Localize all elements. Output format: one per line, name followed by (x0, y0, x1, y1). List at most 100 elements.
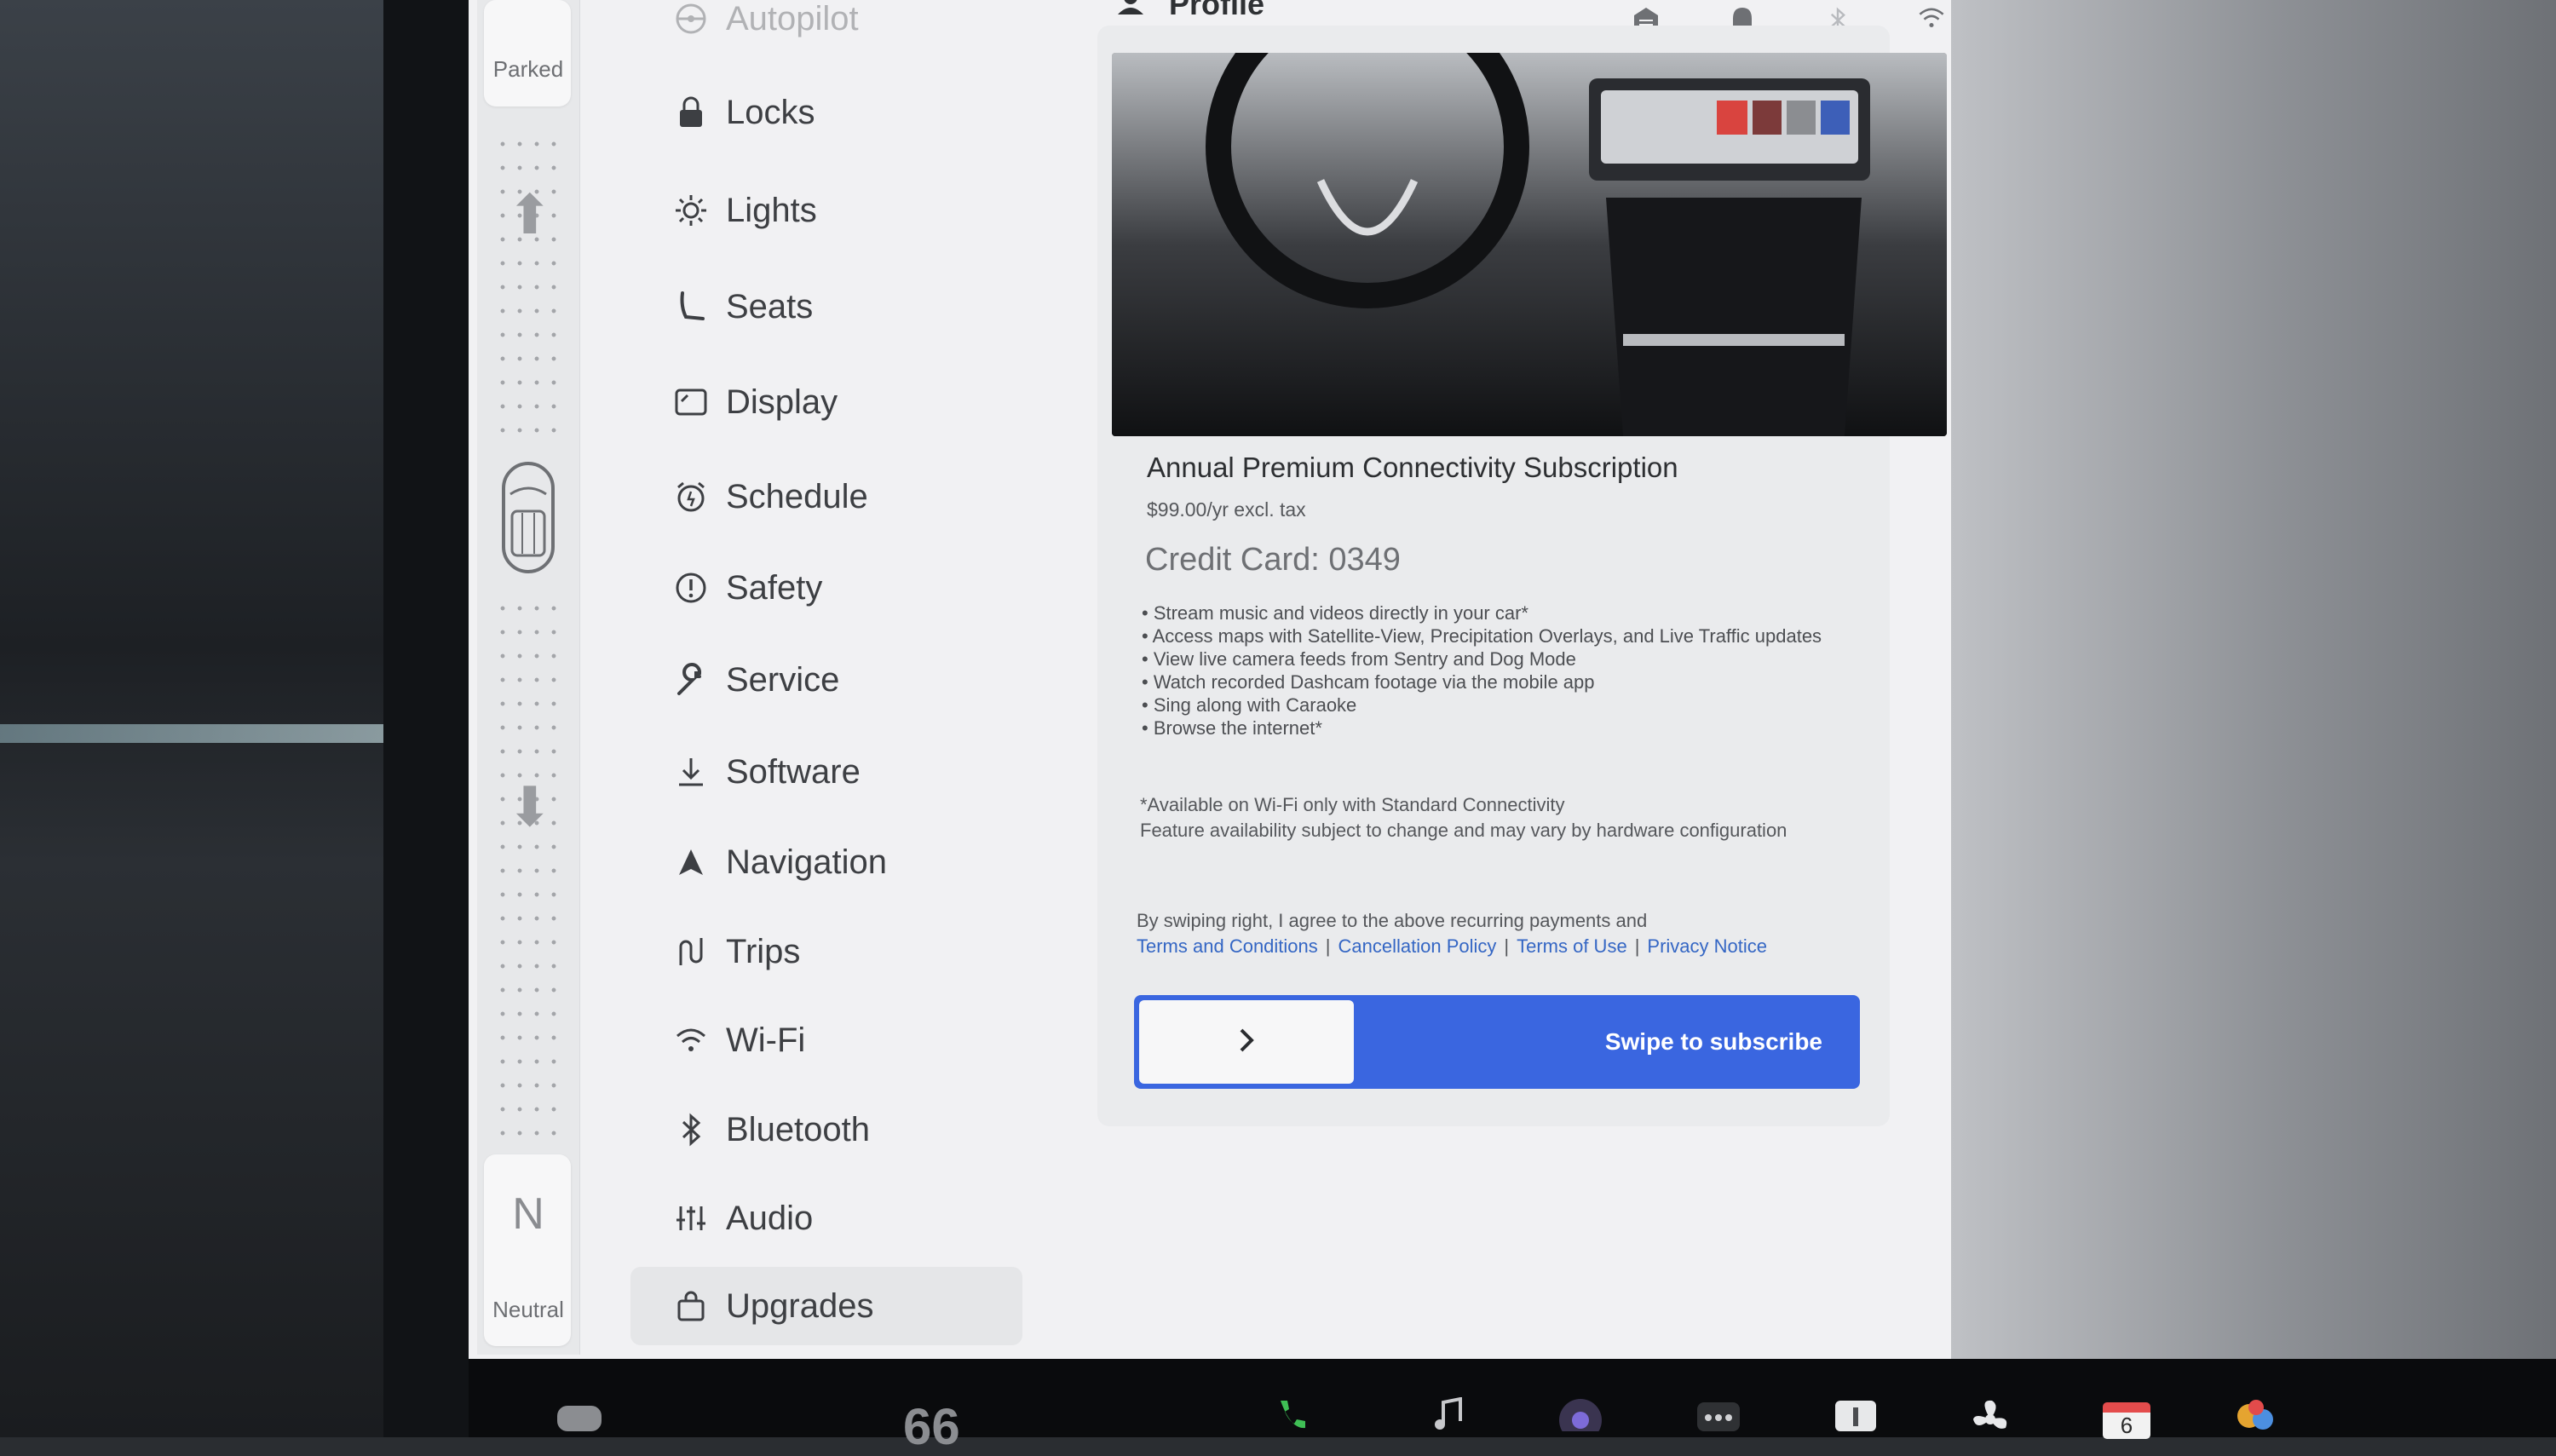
privacy-notice-link[interactable]: Privacy Notice (1647, 935, 1767, 957)
current-gear: N (512, 1189, 544, 1239)
more-apps-icon[interactable] (1695, 1397, 1741, 1436)
settings-menu: Autopilot Locks Lights Seats Display Sch… (630, 0, 1039, 1355)
menu-item-schedule[interactable]: Schedule (630, 463, 1022, 531)
toybox-icon[interactable] (2232, 1397, 2280, 1436)
menu-item-seats[interactable]: Seats (630, 273, 1022, 341)
navigation-arrow-icon (665, 836, 717, 889)
fan-icon[interactable] (1966, 1397, 2014, 1436)
drive-up-arrow-icon[interactable]: ⬆ (507, 187, 553, 242)
feature-item: • Browse the internet* (1142, 717, 1322, 739)
footnote-wifi: *Available on Wi-Fi only with Standard C… (1140, 794, 1565, 815)
menu-item-label: Seats (726, 287, 814, 325)
menu-item-label: Wi-Fi (726, 1021, 806, 1059)
menu-item-safety[interactable]: Safety (630, 554, 1022, 622)
seat-icon (665, 280, 717, 333)
menu-item-trips[interactable]: Trips (630, 918, 1022, 986)
feature-list: • Stream music and videos directly in yo… (1142, 601, 1840, 740)
swipe-to-subscribe-slider[interactable]: Swipe to subscribe (1134, 995, 1860, 1089)
menu-item-label: Safety (726, 568, 823, 607)
agreement-text: By swiping right, I agree to the above r… (1137, 910, 1648, 931)
link-separator: | (1325, 935, 1331, 957)
download-icon (665, 745, 717, 798)
menu-item-label: Autopilot (726, 0, 859, 37)
wrench-icon (665, 653, 717, 706)
calendar-icon[interactable]: 6 (2103, 1402, 2150, 1439)
menu-item-wifi[interactable]: Wi-Fi (630, 1006, 1022, 1074)
feature-item: • Watch recorded Dashcam footage via the… (1142, 671, 1595, 693)
menu-item-autopilot[interactable]: Autopilot (630, 0, 1022, 53)
menu-item-display[interactable]: Display (630, 368, 1022, 436)
display-icon (665, 376, 717, 429)
link-separator: | (1634, 935, 1640, 957)
legal-links: Terms and Conditions | Cancellation Policy… (1137, 935, 1903, 958)
chevron-right-icon (1236, 1026, 1257, 1059)
menu-item-upgrades[interactable]: Upgrades (630, 1267, 1022, 1345)
phone-icon[interactable] (1274, 1397, 1308, 1436)
gear-neutral-label: Neutral (492, 1297, 564, 1322)
terms-of-use-link[interactable]: Terms of Use (1517, 935, 1627, 957)
interior-hero-image (1112, 53, 1947, 436)
sun-icon (665, 184, 717, 237)
menu-item-navigation[interactable]: Navigation (630, 828, 1022, 896)
car-icon[interactable] (554, 1397, 605, 1436)
profile-label: Profile (1169, 0, 1265, 21)
gear-track-dots (494, 596, 562, 1142)
menu-item-bluetooth[interactable]: Bluetooth (630, 1096, 1022, 1164)
subscription-price: $99.00/yr excl. tax (1147, 498, 1306, 521)
feature-item: • Stream music and videos directly in yo… (1142, 602, 1528, 624)
menu-item-label: Service (726, 660, 840, 699)
footnote-availability: Feature availability subject to change a… (1140, 820, 1787, 841)
menu-item-lights[interactable]: Lights (630, 176, 1022, 245)
menu-item-label: Schedule (726, 477, 868, 515)
swipe-label: Swipe to subscribe (1604, 1028, 1822, 1055)
link-separator: | (1504, 935, 1510, 957)
menu-item-label: Lights (726, 191, 817, 229)
camera-icon[interactable] (1557, 1397, 1603, 1442)
cancellation-policy-link[interactable]: Cancellation Policy (1338, 935, 1497, 957)
sliders-icon (665, 1192, 717, 1245)
gear-selector: Parked ⬆ ⬇ N Neutral (477, 0, 580, 1355)
profile-header[interactable]: Profile (1116, 0, 1264, 22)
gear-track-dots (494, 132, 562, 443)
speed-readout: 66 (903, 1398, 960, 1455)
menu-item-label: Bluetooth (726, 1110, 871, 1148)
gear-parked-pill[interactable] (484, 0, 571, 106)
shopping-bag-icon (665, 1280, 717, 1332)
menu-item-label: Software (726, 752, 861, 791)
lock-icon (665, 86, 717, 139)
trips-icon (665, 925, 717, 978)
menu-item-locks[interactable]: Locks (630, 78, 1022, 147)
map-area-shaded (1951, 0, 2556, 1359)
menu-item-software[interactable]: Software (630, 738, 1022, 806)
menu-item-label: Display (726, 383, 838, 421)
feature-item: • Access maps with Satellite-View, Preci… (1142, 625, 1822, 647)
menu-item-label: Audio (726, 1199, 814, 1237)
menu-item-service[interactable]: Service (630, 646, 1022, 714)
subscription-title: Annual Premium Connectivity Subscription (1147, 452, 1678, 483)
screen-frame (383, 0, 477, 1437)
footnote: *Available on Wi-Fi only with Standard C… (1140, 792, 1873, 843)
reverse-down-arrow-icon[interactable]: ⬇ (507, 780, 553, 834)
wifi-icon (665, 1014, 717, 1067)
car-top-view-icon (502, 462, 555, 573)
menu-item-label: Navigation (726, 843, 888, 881)
steering-wheel-icon (665, 0, 717, 45)
bluetooth-icon (665, 1103, 717, 1156)
alert-circle-icon (665, 561, 717, 614)
menu-item-label: Trips (726, 932, 801, 970)
feature-item: • Sing along with Caraoke (1142, 694, 1357, 716)
music-icon[interactable] (1431, 1396, 1465, 1436)
dashboard-backdrop (0, 0, 477, 1437)
wifi-status-icon[interactable] (1917, 5, 1946, 35)
manual-icon[interactable] (1832, 1397, 1880, 1436)
terms-and-conditions-link[interactable]: Terms and Conditions (1137, 935, 1318, 957)
menu-item-label: Upgrades (726, 1286, 874, 1325)
menu-item-audio[interactable]: Audio (630, 1184, 1022, 1252)
person-icon (1116, 0, 1145, 22)
alarm-clock-icon (665, 470, 717, 523)
gear-parked-label: Parked (492, 56, 564, 82)
dashboard-trim (0, 724, 392, 743)
menu-item-label: Locks (726, 93, 815, 131)
credit-card-label[interactable]: Credit Card: 0349 (1145, 542, 1401, 578)
swipe-handle[interactable] (1139, 1000, 1354, 1084)
